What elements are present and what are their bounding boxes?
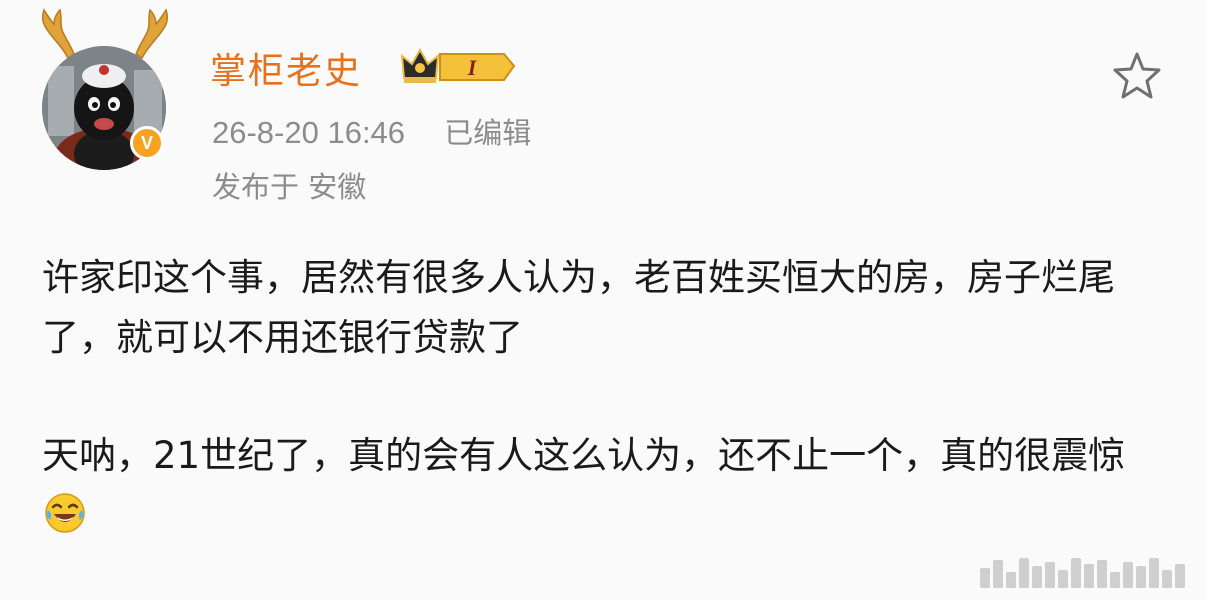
- avatar-container[interactable]: V: [38, 8, 178, 170]
- level-crown-badge[interactable]: I: [400, 46, 518, 86]
- antler-right-icon: [135, 8, 169, 60]
- laughing-crying-emoji-icon: [45, 493, 85, 533]
- weibo-post: V 掌柜老史 I 26-8-20 16:46 已编辑 发布于 安徽 许家印这个事…: [0, 0, 1206, 600]
- post-paragraph-2: 天呐，21世纪了，真的会有人这么认为，还不止一个，真的很震惊: [42, 426, 1162, 546]
- watermark-logo: [980, 556, 1198, 588]
- post-location: 发布于 安徽: [212, 170, 367, 204]
- post-paragraph-text: 天呐，21世纪了，真的会有人这么认为，还不止一个，真的很震惊: [42, 434, 1126, 477]
- post-paragraph: 许家印这个事，居然有很多人认为，老百姓买恒大的房，房子烂尾了，就可以不用还银行贷…: [42, 256, 1115, 359]
- post-meta: 26-8-20 16:46 已编辑: [212, 110, 531, 152]
- author-name[interactable]: 掌柜老史: [210, 42, 362, 94]
- level-text: I: [467, 55, 478, 80]
- post-timestamp: 26-8-20 16:46: [212, 115, 406, 150]
- favorite-star-icon[interactable]: [1110, 50, 1164, 102]
- crown-icon: [400, 47, 440, 83]
- post-content: 许家印这个事，居然有很多人认为，老百姓买恒大的房，房子烂尾了，就可以不用还银行贷…: [42, 248, 1162, 600]
- verified-badge: V: [130, 126, 164, 160]
- edited-label[interactable]: 已编辑: [444, 116, 531, 150]
- antler-left-icon: [41, 8, 75, 60]
